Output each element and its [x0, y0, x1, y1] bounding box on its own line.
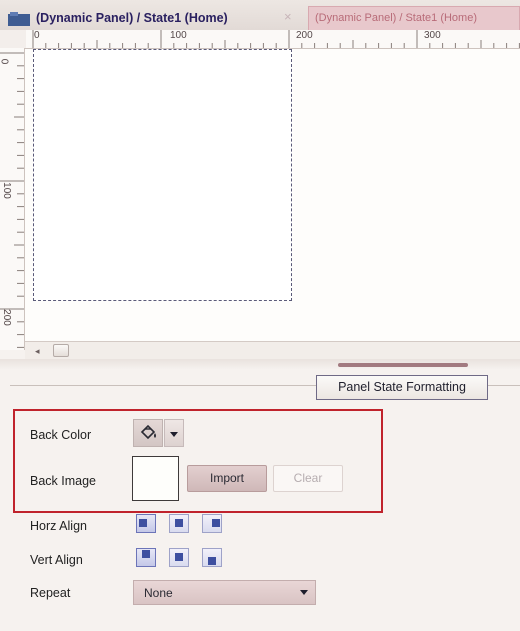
horizontal-scrollbar[interactable]: ◂: [25, 341, 520, 360]
tab-dynamic-panel-state1-inactive[interactable]: (Dynamic Panel) / State1 (Home): [308, 6, 520, 30]
scroll-thumb[interactable]: [53, 344, 69, 357]
repeat-select[interactable]: None: [133, 580, 316, 605]
horz-align-label: Horz Align: [30, 519, 87, 533]
panel-tab-icon: [8, 12, 30, 26]
close-tab-icon[interactable]: ×: [284, 9, 292, 24]
paint-bucket-icon: [140, 424, 156, 440]
horz-align-center-button[interactable]: [169, 514, 189, 533]
vertical-ruler: 0 100 200: [0, 48, 25, 350]
import-button[interactable]: Import: [187, 465, 267, 492]
tab-panel-state-formatting[interactable]: Panel State Formatting: [316, 375, 488, 400]
back-color-button[interactable]: [133, 419, 163, 447]
chevron-down-icon: [300, 590, 308, 595]
back-image-preview: [132, 456, 179, 501]
back-image-label: Back Image: [30, 474, 97, 488]
highlight-box: [13, 409, 383, 513]
ruler-label: 0: [34, 30, 40, 41]
dynamic-panel-state-area[interactable]: [33, 49, 292, 301]
ruler-label: 100: [0, 182, 12, 199]
vert-align-middle-button[interactable]: [169, 548, 189, 567]
design-canvas[interactable]: [25, 49, 520, 341]
vert-align-bottom-button[interactable]: [202, 548, 222, 567]
back-color-dropdown[interactable]: [164, 419, 184, 447]
pane-splitter[interactable]: [0, 359, 520, 369]
horizontal-ruler: 0 100 200 300: [26, 30, 520, 49]
ruler-corner: [0, 30, 26, 49]
clear-button[interactable]: Clear: [273, 465, 343, 492]
repeat-label: Repeat: [30, 586, 71, 600]
tab-dynamic-panel-state1[interactable]: (Dynamic Panel) / State1 (Home): [36, 11, 228, 25]
vert-align-label: Vert Align: [30, 553, 83, 567]
chevron-down-icon: [170, 432, 178, 437]
ruler-label: 200: [296, 30, 313, 41]
horz-align-left-button[interactable]: [136, 514, 156, 533]
splitter-grip[interactable]: [338, 363, 468, 367]
ruler-label: 300: [424, 30, 441, 41]
ruler-label: 100: [170, 30, 187, 41]
vert-align-top-button[interactable]: [136, 548, 156, 567]
tab-bar: (Dynamic Panel) / State1 (Home) × (Dynam…: [0, 0, 520, 31]
repeat-value: None: [144, 586, 173, 600]
back-color-picker[interactable]: [133, 419, 185, 447]
ruler-label: 200: [0, 309, 12, 326]
tab-label: (Dynamic Panel) / State1 (Home): [315, 12, 477, 24]
ruler-label: 0: [0, 59, 9, 65]
horz-align-right-button[interactable]: [202, 514, 222, 533]
scroll-left-arrow-icon[interactable]: ◂: [35, 346, 40, 357]
back-color-label: Back Color: [30, 428, 92, 442]
